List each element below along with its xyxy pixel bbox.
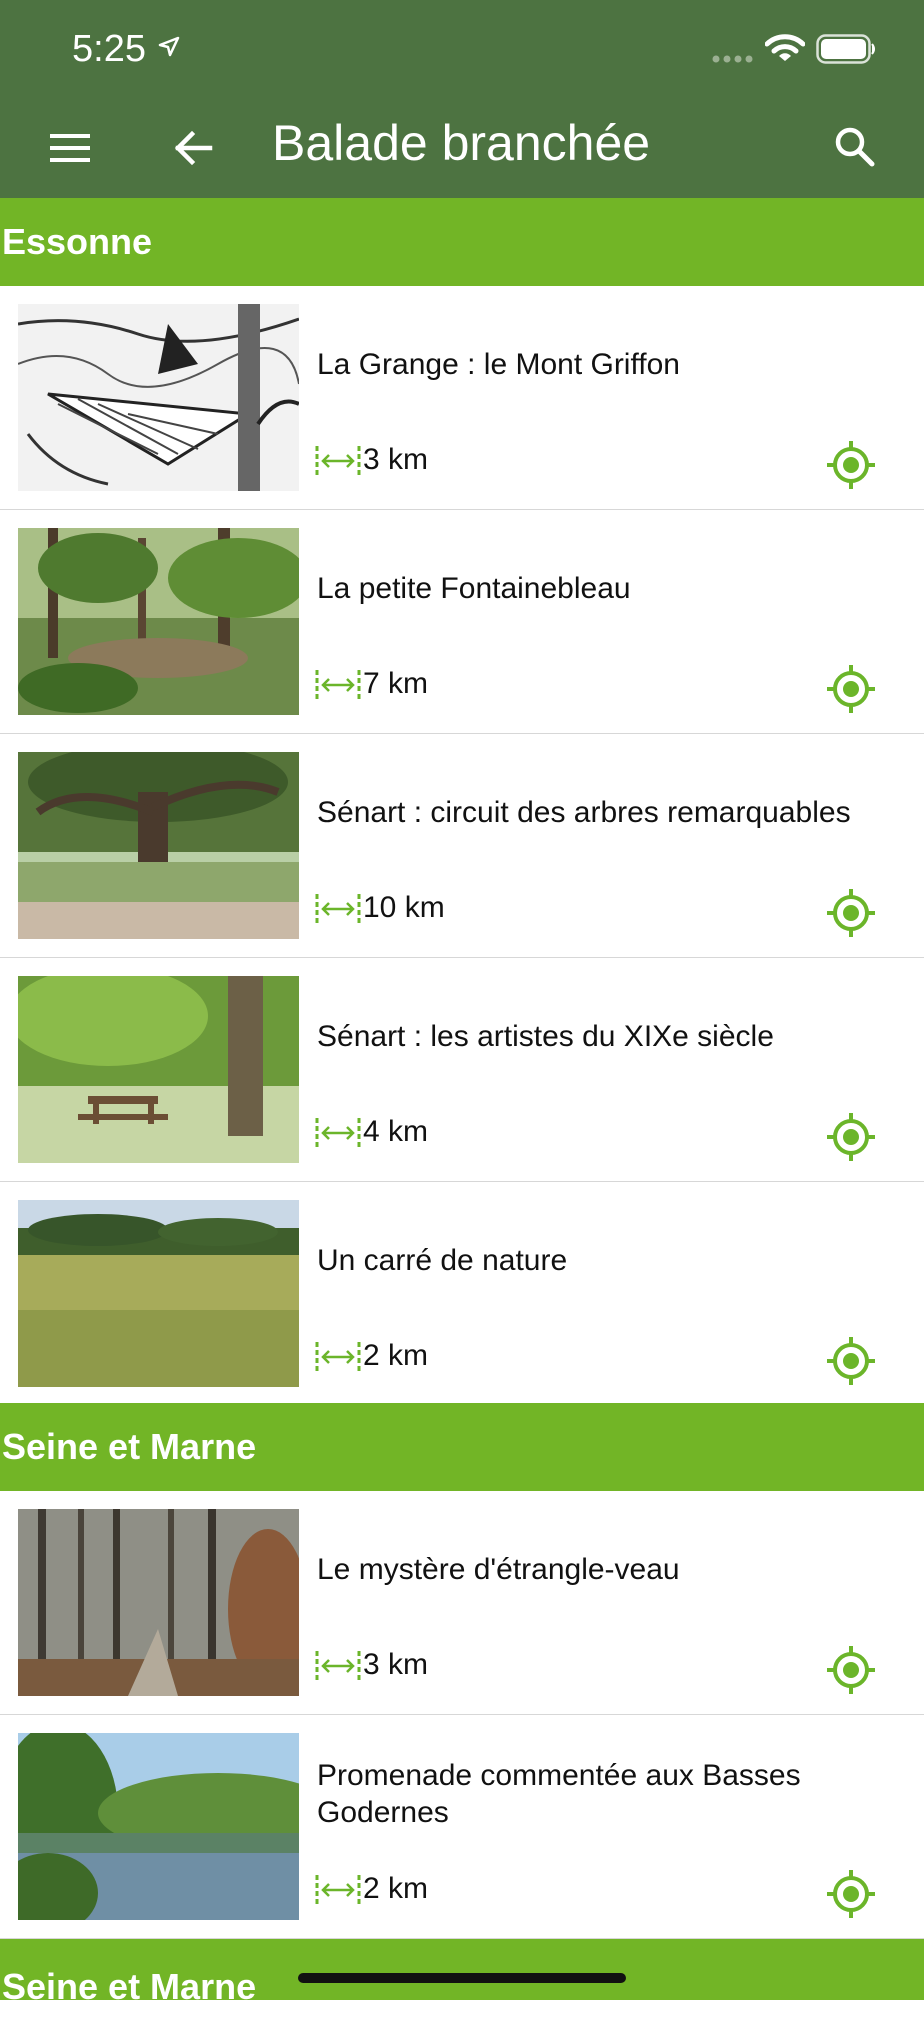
locate-icon[interactable] (826, 888, 876, 938)
walk-distance: 2 km (363, 1339, 429, 1372)
walk-title: La Grange : le Mont Griffon (317, 348, 680, 381)
search-icon[interactable] (830, 122, 880, 172)
locate-icon[interactable] (826, 1112, 876, 1162)
distance-icon (315, 1342, 361, 1372)
distance-icon (315, 670, 361, 700)
walk-row[interactable]: Un carré de nature 2 km (0, 1182, 924, 1406)
app-bar: Balade branchée (0, 100, 924, 198)
walk-thumbnail (18, 976, 299, 1163)
section-header-essonne: Essonne (0, 198, 924, 286)
walk-distance: 7 km (363, 667, 429, 700)
walk-title: Sénart : les artistes du XIXe siècle (317, 1020, 774, 1053)
status-time: 5:25 (72, 28, 146, 70)
walk-distance: 3 km (363, 1648, 429, 1681)
walk-thumbnail (18, 1200, 299, 1387)
locate-icon[interactable] (826, 440, 876, 490)
distance-icon (315, 894, 361, 924)
cellular-signal-icon (712, 55, 753, 63)
walk-title: Sénart : circuit des arbres remarquables (317, 796, 851, 829)
walk-row[interactable]: La Grange : le Mont Griffon 3 km (0, 286, 924, 510)
walk-thumbnail (18, 1733, 299, 1920)
walk-thumbnail (18, 304, 299, 491)
locate-icon[interactable] (826, 664, 876, 714)
locate-icon[interactable] (826, 1645, 876, 1695)
walk-distance: 4 km (363, 1115, 429, 1148)
walk-row[interactable]: Sénart : les artistes du XIXe siècle 4 k… (0, 958, 924, 1182)
status-bar: 5:25 (0, 0, 924, 100)
walk-distance: 2 km (363, 1872, 429, 1905)
location-arrow-icon (158, 36, 180, 57)
walk-row[interactable]: Le mystère d'étrangle-veau 3 km (0, 1491, 924, 1715)
battery-icon (816, 34, 875, 64)
walk-row[interactable]: Promenade commentée aux Basses Godernes … (0, 1715, 924, 1939)
distance-icon (315, 1875, 361, 1905)
walk-thumbnail (18, 752, 299, 939)
distance-icon (315, 1118, 361, 1148)
walk-title: La petite Fontainebleau (317, 572, 631, 605)
walk-title: Promenade commentée aux Basses Godernes (317, 1759, 801, 1829)
section-header-seine-et-marne: Seine et Marne (0, 1403, 924, 1491)
walk-title: Un carré de nature (317, 1244, 568, 1277)
walk-row[interactable]: La petite Fontainebleau 7 km (0, 510, 924, 734)
walk-distance: 3 km (363, 443, 429, 476)
walk-thumbnail (18, 528, 299, 715)
wifi-icon (765, 34, 805, 61)
walk-distance: 10 km (363, 891, 445, 924)
locate-icon[interactable] (826, 1869, 876, 1919)
walk-title: Le mystère d'étrangle-veau (317, 1553, 680, 1586)
page-title: Balade branchée (272, 115, 651, 171)
distance-icon (315, 1651, 361, 1681)
locate-icon[interactable] (826, 1336, 876, 1386)
menu-icon[interactable] (46, 128, 96, 168)
walk-thumbnail (18, 1509, 299, 1696)
back-arrow-icon[interactable] (170, 126, 220, 170)
section-header-seine-et-marne-2: Seine et Marne (0, 1939, 924, 2007)
home-indicator[interactable] (298, 1973, 626, 1983)
walk-row[interactable]: Sénart : circuit des arbres remarquables… (0, 734, 924, 958)
distance-icon (315, 446, 361, 476)
